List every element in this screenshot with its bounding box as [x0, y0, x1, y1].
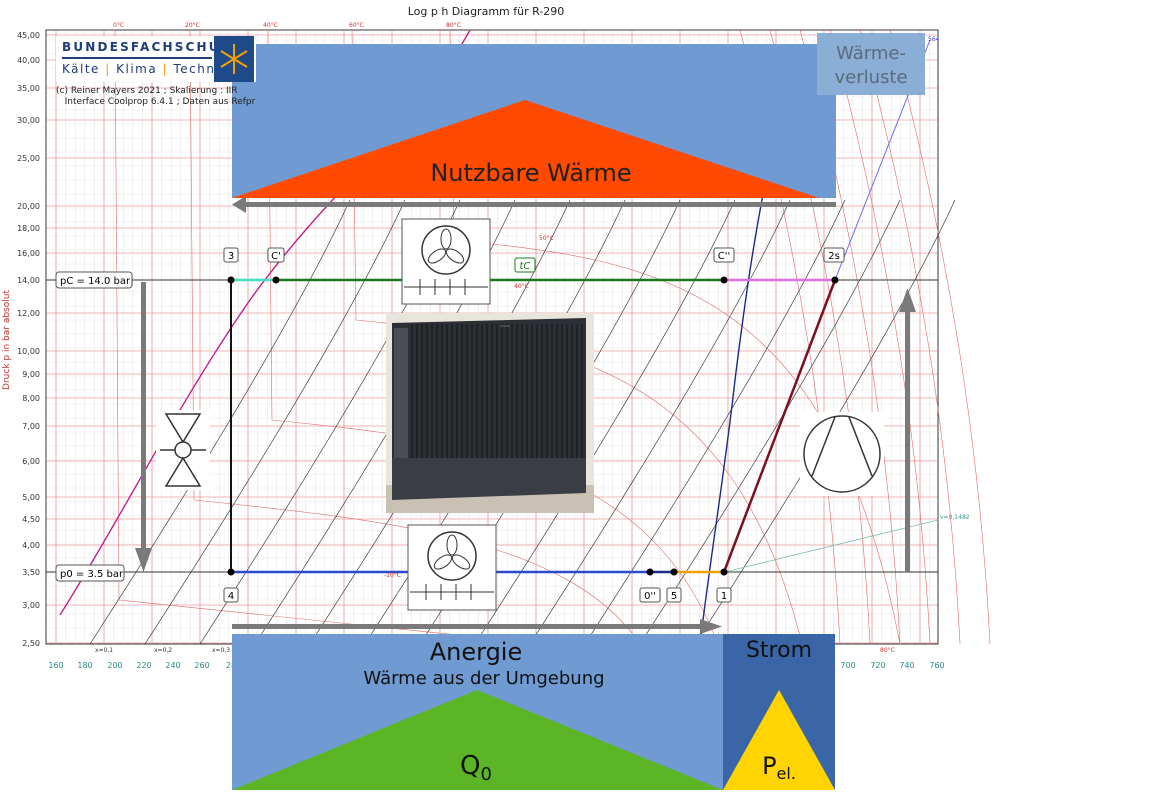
iso-label-40: 40°C — [514, 283, 529, 290]
x-tick-0: 160 — [48, 661, 63, 670]
copyright-line2: Interface Coolprop 6.4.1 ; Daten aus Ref… — [64, 97, 256, 107]
point-1-marker — [720, 568, 728, 576]
y-tick-6: 18,00 — [17, 224, 40, 233]
y-axis-label: Druck p in bar absolut — [2, 290, 12, 390]
v-label: v=0,1482 — [940, 514, 970, 521]
snowflake-sun-icon — [214, 36, 254, 82]
arrow-down-shaft — [141, 282, 146, 550]
pc-label: pC = 14.0 bar — [60, 276, 131, 287]
iso-label-m10: -10°C — [384, 572, 401, 579]
point-1-label: 1 — [721, 591, 727, 602]
point-c2-marker — [720, 276, 728, 284]
fan-icon-evaporator — [407, 524, 497, 611]
copyright-line1: (c) Reiner Mayers 2021 ; Skalierung : II… — [56, 86, 238, 96]
tc-label: tC — [520, 261, 531, 272]
top-temp-60: 60°C — [349, 22, 364, 29]
arrow-heat-return-shaft — [246, 202, 836, 207]
y-tick-8: 14,00 — [17, 276, 40, 285]
y-tick-18: 3,50 — [22, 568, 40, 577]
point-4-marker — [227, 568, 235, 576]
top-temp-80: 80°C — [446, 22, 461, 29]
point-0-label: 0'' — [644, 591, 656, 602]
point-4-label: 4 — [228, 591, 234, 602]
log-ph-diagram: Log p h Diagramm für R-290 3 C' C'' 2s 4 — [2, 5, 991, 790]
point-c2-label: C'' — [718, 251, 730, 262]
x-tick-9: 740 — [899, 661, 914, 670]
y-tick-7: 16,00 — [17, 249, 40, 258]
arrow-anergy-shaft — [232, 624, 702, 629]
y-tick-4: 25,00 — [17, 154, 40, 163]
anergie-label: Anergie — [430, 638, 523, 666]
x-tick-7: 700 — [840, 661, 855, 670]
y-tick-labels: 45,00 40,00 35,00 30,00 25,00 20,00 18,00 16,00… — [17, 31, 40, 648]
x-tick-8: 720 — [870, 661, 885, 670]
top-temp-40: 40°C — [263, 22, 278, 29]
logo-line2: Kälte | Klima | Technik — [62, 62, 229, 76]
y-tick-20: 2,50 — [22, 639, 40, 648]
iso-label-80: 80°C — [880, 647, 895, 654]
quality-label-02: x=0,2 — [154, 647, 172, 654]
x-tick-2: 200 — [107, 661, 122, 670]
anergie-sub-label: Wärme aus der Umgebung — [363, 668, 604, 689]
y-tick-5: 20,00 — [17, 202, 40, 211]
diagram-title: Log p h Diagramm für R-290 — [408, 5, 565, 18]
y-tick-14: 6,00 — [22, 457, 40, 466]
waermeverluste-line1: Wärme- — [836, 43, 906, 64]
expansion-valve-icon — [156, 410, 210, 490]
waermeverluste-line2: verluste — [834, 67, 907, 88]
logo-word-klima: Klima — [116, 62, 158, 76]
y-tick-11: 9,00 — [22, 370, 40, 379]
compressor-icon — [800, 412, 884, 496]
y-tick-17: 4,00 — [22, 541, 40, 550]
y-tick-3: 30,00 — [17, 116, 40, 125]
quality-label-01: x=0,1 — [95, 647, 113, 654]
x-tick-4: 240 — [165, 661, 180, 670]
point-3-label: 3 — [228, 251, 234, 262]
x-tick-5: 260 — [194, 661, 209, 670]
y-tick-12: 8,00 — [22, 394, 40, 403]
top-temp-0: 0°C — [113, 22, 124, 29]
y-tick-10: 10,00 — [17, 347, 40, 356]
point-5-marker — [670, 568, 678, 576]
x-tick-1: 180 — [77, 661, 92, 670]
y-tick-19: 3,00 — [22, 601, 40, 610]
p0-label: p0 = 3.5 bar — [60, 569, 124, 580]
fan-icon-condenser — [401, 218, 491, 305]
point-2s-label: 2s — [828, 251, 840, 262]
x-tick-10: 760 — [929, 661, 944, 670]
nutzbare-waerme-label: Nutzbare Wärme — [430, 159, 631, 187]
iso-label-50: 50°C — [539, 235, 554, 242]
y-tick-9: 12,00 — [17, 309, 40, 318]
y-tick-1: 40,00 — [17, 56, 40, 65]
num-564-label: 564 — [928, 36, 940, 43]
point-c1-marker — [272, 276, 280, 284]
strom-label: Strom — [746, 638, 812, 663]
point-5-label: 5 — [671, 591, 677, 602]
point-3-marker — [227, 276, 235, 284]
y-tick-2: 35,00 — [17, 84, 40, 93]
y-tick-15: 5,00 — [22, 493, 40, 502]
y-tick-16: 4,50 — [22, 515, 40, 524]
point-2s-marker — [831, 276, 839, 284]
y-tick-13: 7,00 — [22, 422, 40, 431]
copyright-note: (c) Reiner Mayers 2021 ; Skalierung : II… — [56, 86, 255, 108]
arrow-up-shaft — [905, 310, 910, 572]
logo-underline — [62, 57, 212, 59]
point-c1-label: C' — [271, 251, 281, 262]
y-tick-0: 45,00 — [17, 31, 40, 40]
top-temp-20: 20°C — [185, 22, 200, 29]
logo-word-kaelte: Kälte — [62, 62, 100, 76]
x-tick-3: 220 — [136, 661, 151, 670]
point-0-marker — [646, 568, 654, 576]
heat-pump-unit-image — [386, 313, 594, 513]
quality-label-03: x=0,3 — [212, 647, 230, 654]
logo: BUNDESFACHSCHULE Kälte | Klima | Technik — [56, 36, 256, 82]
